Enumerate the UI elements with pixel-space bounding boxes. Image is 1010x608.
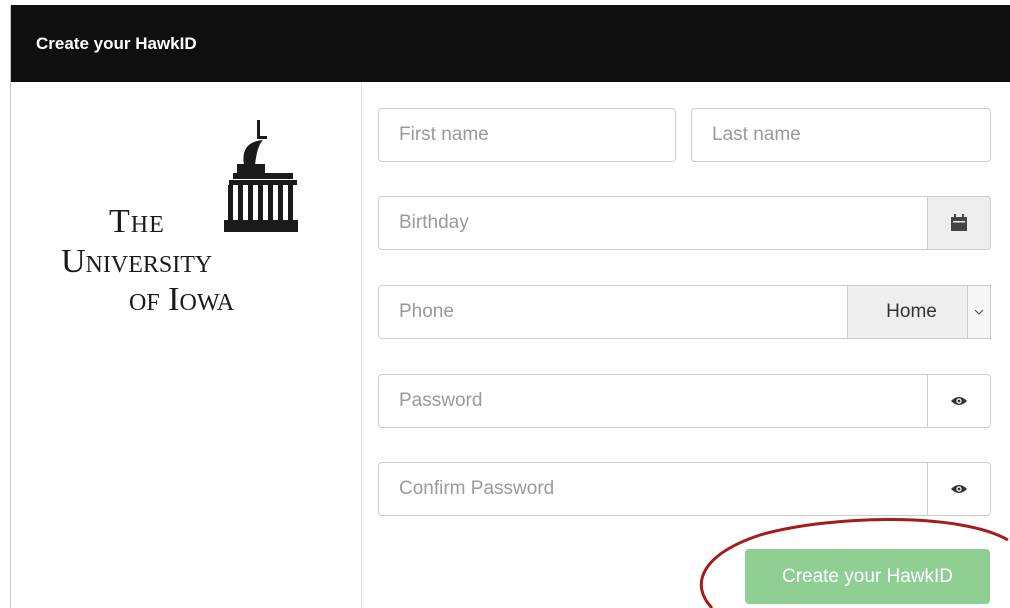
panel-header: Create your HawkID bbox=[11, 5, 1010, 82]
phone-field[interactable] bbox=[378, 285, 848, 339]
signup-panel: Create your HawkID The University of Iow… bbox=[10, 5, 1010, 608]
show-confirm-password-button[interactable] bbox=[928, 462, 991, 516]
phone-type-select[interactable]: Home bbox=[848, 285, 991, 339]
logo-line-of-iowa: of Iowa bbox=[129, 281, 235, 318]
page-title: Create your HawkID bbox=[36, 34, 197, 53]
logo-line-the: The bbox=[109, 203, 165, 240]
eye-icon bbox=[951, 397, 967, 405]
create-hawkid-button[interactable]: Create your HawkID bbox=[745, 549, 990, 604]
old-capitol-emblem bbox=[224, 120, 298, 232]
confirm-password-field[interactable] bbox=[378, 462, 928, 516]
calendar-icon bbox=[951, 214, 967, 231]
chevron-down-icon bbox=[974, 309, 984, 315]
password-field[interactable] bbox=[378, 374, 928, 428]
logo-line-university: University bbox=[61, 243, 212, 280]
phone-type-dropdown[interactable] bbox=[967, 286, 990, 338]
column-divider bbox=[361, 82, 362, 608]
first-name-field[interactable] bbox=[378, 108, 676, 162]
show-password-button[interactable] bbox=[928, 374, 991, 428]
birthday-picker-button[interactable] bbox=[928, 196, 991, 250]
birthday-field[interactable] bbox=[378, 196, 928, 250]
university-logo: The University of Iowa bbox=[61, 120, 298, 318]
last-name-field[interactable] bbox=[691, 108, 991, 162]
phone-type-value: Home bbox=[886, 301, 937, 322]
eye-icon bbox=[951, 485, 967, 493]
